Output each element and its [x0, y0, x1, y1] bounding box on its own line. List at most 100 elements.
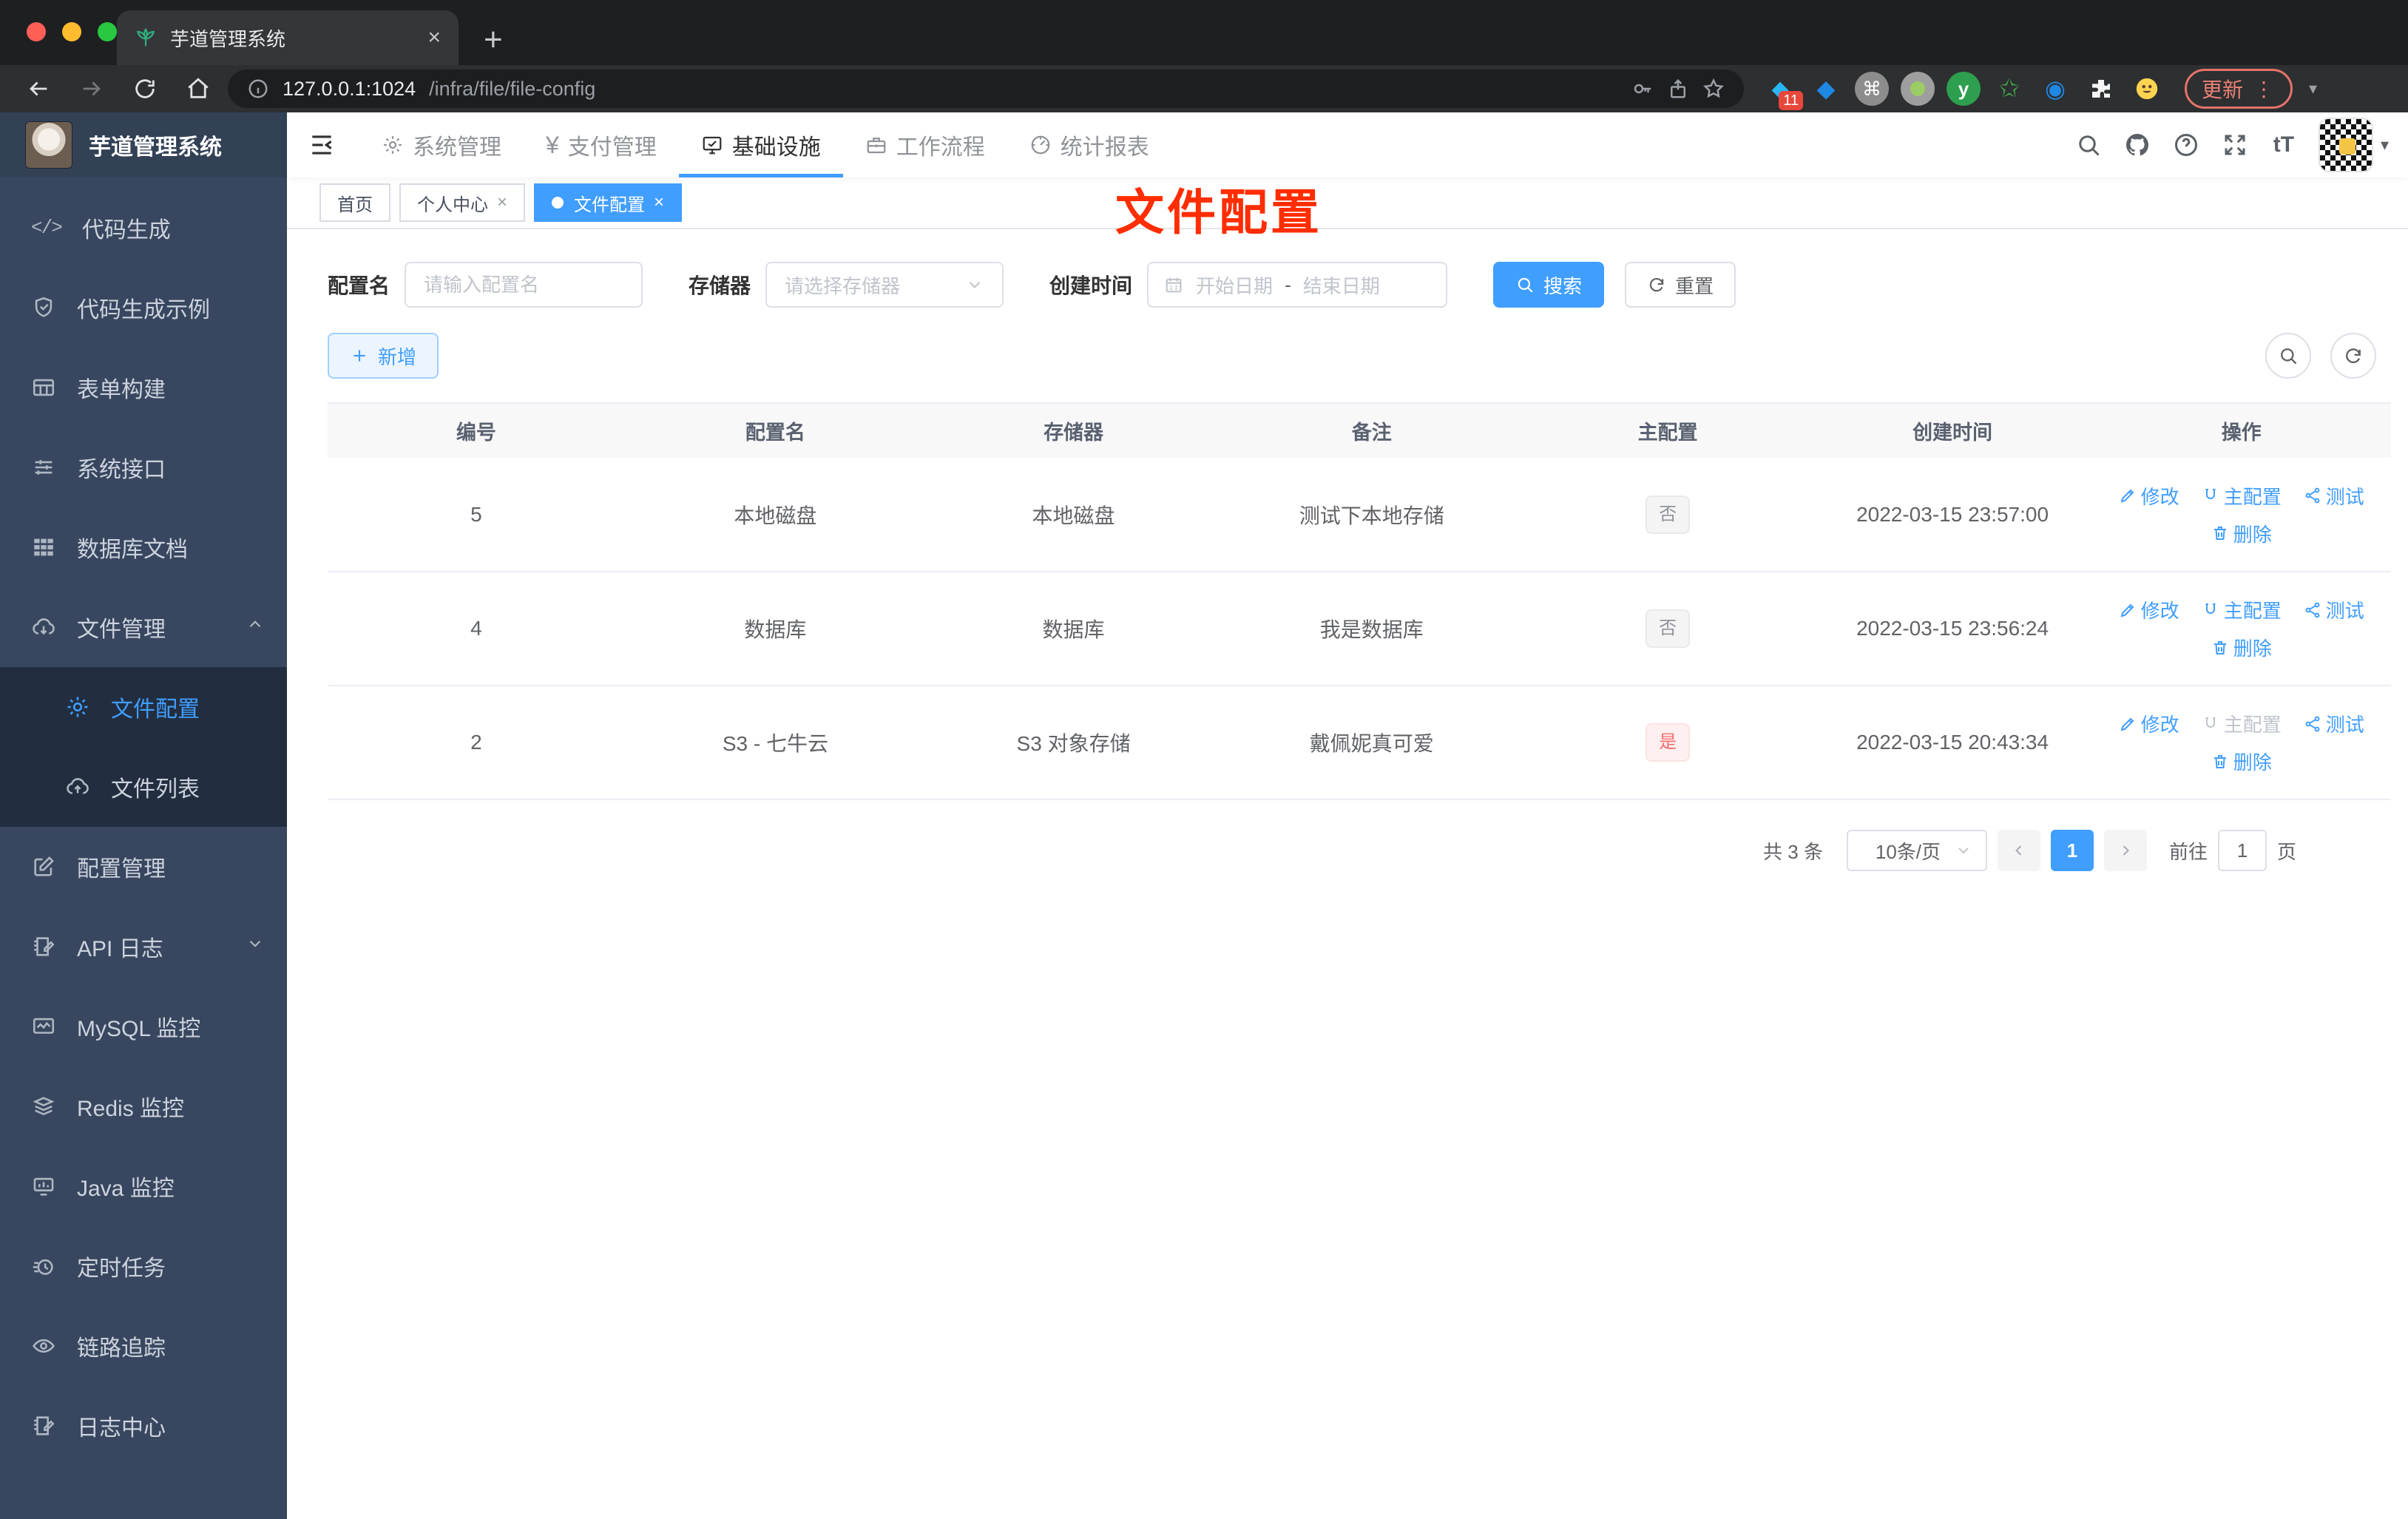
avatar[interactable]	[2318, 118, 2373, 172]
test-link[interactable]: 测试	[2304, 596, 2364, 623]
extension-record-icon[interactable]	[1901, 72, 1935, 106]
window-controls[interactable]	[27, 22, 117, 41]
extensions-area: ◆ 11 ⬥ ⌘ y ✩ ◉	[1763, 72, 2164, 110]
nav-item-reports[interactable]: 统计报表	[1007, 112, 1171, 177]
table-refresh-button[interactable]	[2330, 333, 2376, 379]
close-icon[interactable]: ×	[497, 192, 507, 213]
delete-link[interactable]: 删除	[2211, 634, 2272, 661]
delete-link[interactable]: 删除	[2211, 748, 2272, 775]
tab-close-icon[interactable]: ×	[427, 25, 441, 50]
storage-select[interactable]: 请选择存储器	[765, 262, 1004, 308]
sidebar-item-code-example[interactable]: 代码生成示例	[0, 268, 287, 348]
sidebar-item-code-generation[interactable]: </> 代码生成	[0, 188, 287, 268]
sidebar-item-redis-monitor[interactable]: Redis 监控	[0, 1066, 287, 1146]
sidebar-item-config-management[interactable]: 配置管理	[0, 827, 287, 907]
update-label: 更新	[2202, 78, 2244, 101]
tag-profile[interactable]: 个人中心 ×	[399, 183, 526, 222]
config-name-input[interactable]	[405, 262, 643, 308]
reload-icon[interactable]	[121, 70, 169, 108]
pencil-icon	[2120, 489, 2134, 503]
nav-item-infrastructure[interactable]: 基础设施	[678, 112, 843, 177]
close-icon[interactable]: ×	[654, 192, 664, 213]
new-tab-button[interactable]: +	[484, 24, 503, 56]
nav-item-payment[interactable]: ¥ 支付管理	[524, 112, 679, 177]
reset-button[interactable]: 重置	[1625, 262, 1736, 308]
master-link[interactable]: 主配置	[2202, 482, 2282, 510]
monitor-check-icon	[703, 136, 722, 155]
delete-link[interactable]: 删除	[2211, 520, 2272, 547]
page-size-select[interactable]: 10条/页	[1846, 830, 1987, 871]
search-button[interactable]: 搜索	[1493, 262, 1605, 308]
extension-eye-icon[interactable]: ◉	[2038, 72, 2072, 106]
test-link[interactable]: 测试	[2304, 482, 2364, 510]
trash-icon	[2213, 640, 2226, 654]
share-icon[interactable]	[1667, 78, 1689, 100]
next-page-button[interactable]	[2103, 830, 2147, 871]
start-date-placeholder[interactable]: 开始日期	[1196, 271, 1273, 299]
sidebar-item-file-management[interactable]: 文件管理	[0, 587, 287, 667]
sidebar-item-log-center[interactable]: 日志中心	[0, 1386, 287, 1466]
browser-tab[interactable]: 芋道管理系统 ×	[117, 10, 459, 65]
edit-link[interactable]: 修改	[2119, 710, 2179, 737]
sidebar-item-scheduled-tasks[interactable]: 定时任务	[0, 1226, 287, 1306]
site-info-icon[interactable]	[247, 78, 269, 100]
end-date-placeholder[interactable]: 结束日期	[1303, 271, 1380, 299]
goto-page-input[interactable]	[2217, 830, 2267, 871]
col-actions: 操作	[2091, 403, 2391, 458]
menu-fold-icon[interactable]	[297, 121, 346, 169]
sidebar-item-db-doc[interactable]: 数据库文档	[0, 507, 287, 587]
sidebar-item-api-log[interactable]: API 日志	[0, 907, 287, 987]
table-search-button[interactable]	[2265, 333, 2311, 379]
tag-home[interactable]: 首页	[319, 183, 390, 222]
sidebar-item-file-config[interactable]: 文件配置	[0, 667, 287, 747]
chart-monitor-icon	[33, 1018, 55, 1034]
extension-emoji-icon[interactable]	[2130, 72, 2164, 106]
sidebar-item-java-monitor[interactable]: Java 监控	[0, 1146, 287, 1226]
profile-caret-icon[interactable]: ▾	[2309, 79, 2317, 98]
tag-file-config[interactable]: 文件配置 ×	[534, 183, 683, 222]
share-nodes-icon	[2305, 716, 2320, 731]
sidebar-item-tracing[interactable]: 链路追踪	[0, 1306, 287, 1386]
master-link[interactable]: 主配置	[2202, 596, 2282, 623]
sidebar-item-file-list[interactable]: 文件列表	[0, 747, 287, 827]
home-icon[interactable]	[175, 70, 222, 108]
browser-menu-icon[interactable]: ⋮	[2253, 77, 2276, 101]
avatar-caret-icon[interactable]: ▾	[2381, 135, 2389, 155]
sidebar-item-system-api[interactable]: 系统接口	[0, 427, 287, 507]
prev-page-button[interactable]	[1997, 830, 2040, 871]
url-bar[interactable]: 127.0.0.1:1024/infra/file/file-config	[228, 70, 1744, 108]
help-icon[interactable]	[2162, 121, 2211, 169]
page-number-button[interactable]: 1	[2050, 830, 2094, 871]
window-zoom-button[interactable]	[98, 22, 117, 41]
forward-icon[interactable]	[68, 70, 115, 108]
fullscreen-icon[interactable]	[2211, 121, 2259, 169]
browser-update-button[interactable]: 更新 ⋮	[2185, 69, 2293, 109]
extension-command-icon[interactable]: ⌘	[1855, 72, 1889, 106]
bookmark-star-icon[interactable]	[1702, 78, 1725, 100]
extension-puzzle-icon[interactable]	[2084, 72, 2118, 106]
extension-y-icon[interactable]: y	[1947, 72, 1981, 106]
extension-star-icon[interactable]: ✩	[1992, 72, 2026, 106]
window-close-button[interactable]	[27, 22, 46, 41]
add-button[interactable]: 新增	[328, 333, 439, 379]
edit-link[interactable]: 修改	[2119, 596, 2179, 623]
search-icon[interactable]	[2064, 121, 2113, 169]
edit-link[interactable]: 修改	[2119, 482, 2179, 510]
github-icon[interactable]	[2113, 121, 2162, 169]
chevron-down-icon	[246, 934, 265, 959]
date-range-picker[interactable]: 开始日期 - 结束日期	[1147, 262, 1448, 308]
extension-diamond-icon[interactable]: ◆ 11	[1763, 72, 1803, 110]
top-nav: 系统管理 ¥ 支付管理 基础设施 工作流程 统计报表	[359, 112, 1171, 177]
test-link[interactable]: 测试	[2304, 710, 2364, 737]
sidebar-item-mysql-monitor[interactable]: MySQL 监控	[0, 987, 287, 1066]
sidebar-item-form-builder[interactable]: 表单构建	[0, 348, 287, 427]
back-icon[interactable]	[15, 70, 62, 108]
nav-item-system[interactable]: 系统管理	[359, 112, 524, 177]
password-key-icon[interactable]	[1631, 78, 1654, 100]
font-size-icon[interactable]: tT	[2259, 121, 2308, 169]
window-minimize-button[interactable]	[62, 22, 81, 41]
extension-kite-icon[interactable]: ⬥	[1809, 72, 1843, 106]
create-time-label: 创建时间	[1049, 274, 1133, 297]
sidebar-submenu-file: 文件配置 文件列表	[0, 667, 287, 827]
nav-item-workflow[interactable]: 工作流程	[843, 112, 1007, 177]
